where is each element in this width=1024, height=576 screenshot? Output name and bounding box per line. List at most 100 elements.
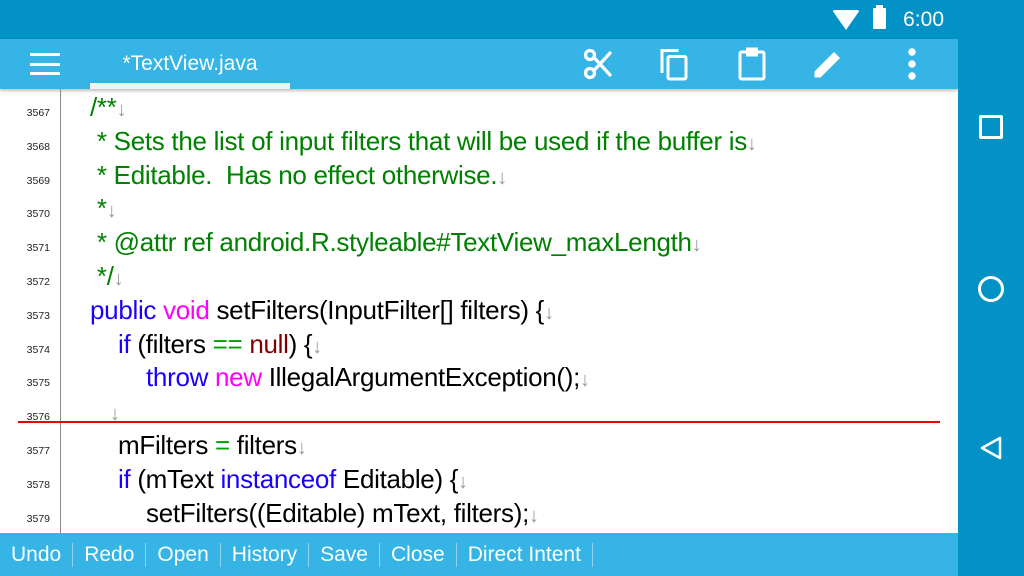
code-token: new (215, 362, 269, 393)
code-token: * @attr ref android.R.styleable#TextView… (90, 227, 692, 258)
code-text: * Editable. Has no effect otherwise.↓ (90, 160, 507, 191)
line-break-icon: ↓ (580, 369, 590, 392)
line-break-icon: ↓ (544, 301, 554, 324)
code-token: public (90, 294, 164, 325)
code-token: if (118, 463, 138, 494)
code-line[interactable]: 3569 * Editable. Has no effect otherwise… (0, 157, 958, 191)
cursor-line (18, 421, 940, 423)
code-text: mFilters = filters↓ (118, 430, 307, 461)
code-token: * Sets the list of input filters that wi… (90, 125, 747, 156)
code-line[interactable]: 3573 public void setFilters(InputFilter[]… (0, 292, 958, 326)
line-break-icon: ↓ (458, 470, 468, 493)
edit-icon[interactable] (810, 46, 846, 82)
line-break-icon: ↓ (691, 234, 702, 257)
wifi-icon (832, 10, 860, 30)
code-text: if (filters == null) {↓ (118, 329, 322, 360)
bottom-action-bar: Undo Redo Open History Save Close Direct Inten… (0, 533, 958, 576)
code-text: * @attr ref android.R.styleable#TextView… (90, 227, 702, 258)
status-bar: 6:00 (0, 0, 1024, 39)
line-number: 3567 (26, 107, 50, 119)
code-token: = (214, 430, 237, 460)
code-text: public void setFilters(InputFilter[] fil… (90, 295, 554, 326)
code-line[interactable]: 3571 * @attr ref android.R.styleable#Tex… (0, 224, 958, 258)
separator (591, 542, 593, 567)
code-token: instanceof (220, 463, 343, 494)
code-token: IllegalArgumentException(); (268, 362, 581, 393)
separator (308, 542, 310, 567)
code-text: throw new IllegalArgumentException();↓ (146, 362, 590, 393)
line-break-icon: ↓ (746, 132, 757, 155)
line-break-icon: ↓ (529, 504, 539, 527)
code-token: * Editable. Has no effect otherwise. (90, 159, 498, 190)
code-token: if (118, 328, 138, 359)
code-token: setFilters((Editable) mText, filters); (146, 497, 530, 528)
code-line[interactable]: 3574 if (filters == null) {↓ (0, 326, 958, 360)
code-line[interactable]: 3578 if (mText instanceof Editable) {↓ (0, 461, 958, 495)
line-number: 3570 (26, 208, 50, 221)
tab-file[interactable]: *TextView.java (90, 39, 290, 89)
close-button[interactable]: Close (391, 543, 456, 567)
line-break-icon: ↓ (116, 99, 127, 121)
line-break-icon: ↓ (113, 268, 124, 290)
code-line[interactable]: 3575 throw new IllegalArgumentException()… (0, 359, 958, 393)
code-token: throw (146, 362, 216, 393)
line-number: 3578 (26, 478, 50, 491)
paste-icon[interactable] (734, 46, 770, 82)
home-icon[interactable] (978, 276, 1004, 302)
line-break-icon: ↓ (312, 335, 322, 358)
line-number: 3571 (26, 242, 50, 255)
code-token: filters (236, 430, 297, 460)
code-line[interactable]: 3570 *↓ (0, 190, 958, 224)
separator (72, 542, 74, 567)
separator (145, 542, 147, 567)
code-token: * (90, 193, 107, 224)
code-text: /**↓ (90, 92, 127, 123)
code-line[interactable]: 3567 /**↓ (0, 89, 958, 123)
recents-icon[interactable] (979, 115, 1003, 139)
undo-button[interactable]: Undo (11, 543, 72, 567)
code-token: setFilters(InputFilter[] filters) { (216, 294, 545, 325)
menu-icon[interactable] (30, 53, 60, 75)
code-editor[interactable]: 3567/**↓ 3568 * Sets the list of input fi… (0, 89, 958, 533)
save-button[interactable]: Save (320, 543, 379, 567)
line-number: 3572 (26, 276, 50, 288)
line-number: 3575 (26, 377, 50, 390)
code-token: == (212, 328, 250, 359)
more-icon[interactable] (894, 46, 930, 82)
line-number: 3574 (26, 343, 50, 356)
line-number: 3573 (26, 309, 50, 322)
code-token: void (163, 294, 217, 325)
history-button[interactable]: History (232, 543, 308, 567)
code-token: */ (90, 261, 114, 291)
code-line[interactable]: 3579 setFilters((Editable) mText, filters… (0, 495, 958, 529)
code-token: (mText (137, 463, 221, 494)
code-token: /** (90, 92, 117, 122)
code-text: *↓ (90, 193, 117, 224)
toolbar: *TextView.java (0, 39, 958, 89)
separator (219, 542, 221, 567)
code-line[interactable]: 3572 */↓ (0, 258, 958, 292)
code-token: ) { (288, 328, 313, 359)
clock: 6:00 (903, 8, 944, 31)
code-text: */↓ (90, 261, 124, 292)
copy-icon[interactable] (656, 46, 692, 82)
battery-icon (873, 5, 886, 29)
line-break-icon: ↓ (497, 166, 507, 189)
separator (379, 542, 380, 567)
line-number: 3579 (26, 512, 50, 525)
code-line[interactable]: 3568 * Sets the list of input filters th… (0, 123, 958, 157)
open-button[interactable]: Open (157, 543, 219, 567)
code-token: mFilters (118, 430, 215, 460)
direct-intent-button[interactable]: Direct Intent (468, 543, 592, 567)
cut-icon[interactable] (581, 46, 617, 82)
line-break-icon: ↓ (106, 200, 117, 223)
code-token: (filters (137, 328, 213, 359)
code-text: setFilters((Editable) mText, filters);↓ (146, 498, 539, 529)
code-token: null (249, 328, 289, 359)
line-number: 3569 (26, 174, 50, 187)
code-line[interactable]: 3577 mFilters = filters↓ (0, 427, 958, 461)
back-icon[interactable] (978, 435, 1004, 461)
code-text: * Sets the list of input filters that wi… (90, 126, 757, 157)
redo-button[interactable]: Redo (84, 543, 145, 567)
tab-title: *TextView.java (122, 52, 258, 75)
